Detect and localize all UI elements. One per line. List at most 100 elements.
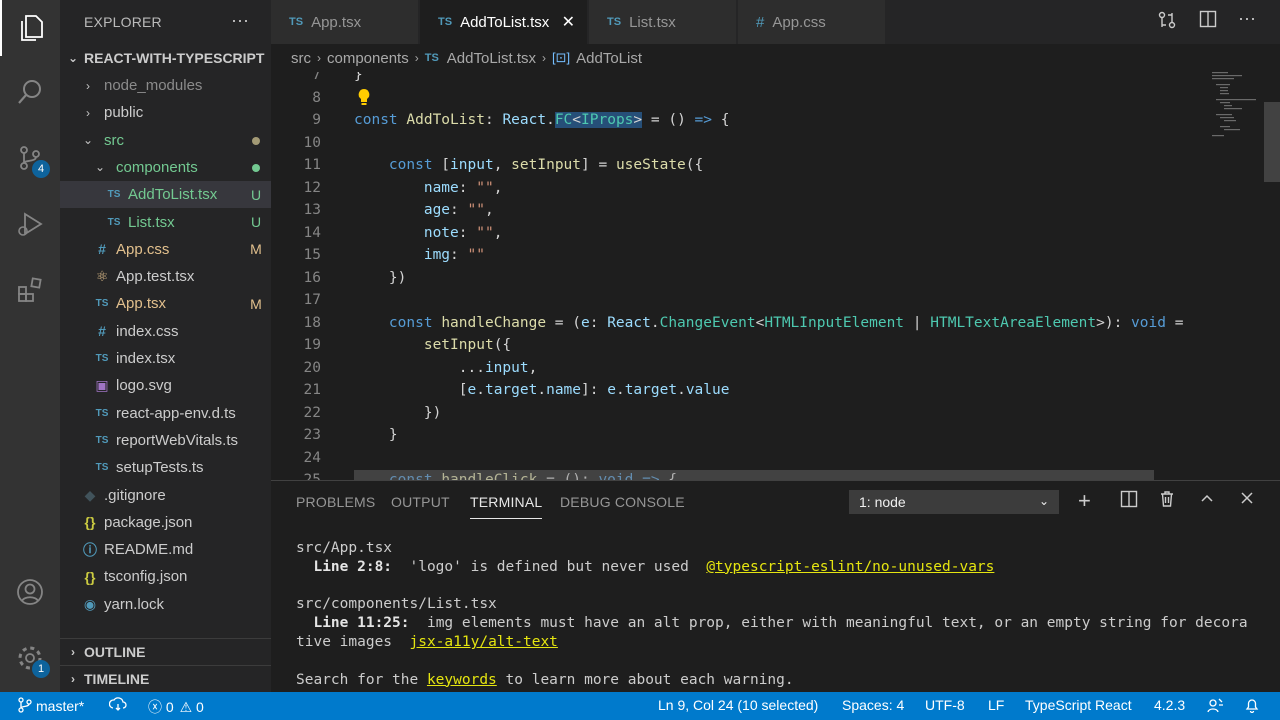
activity-bar: 4 1 [0,0,60,692]
tree-item[interactable]: TS List.tsx U [60,209,271,236]
tab-app-css[interactable]: # App.css [738,0,886,44]
search-icon[interactable] [0,64,60,120]
encoding[interactable]: UTF-8 [925,697,965,713]
css-icon: # [756,13,765,31]
code-editor[interactable]: 7} 8 9 const AddToList: React.FC<IProps> = … [271,72,1280,480]
git-decoration: M [250,295,262,312]
tree-item[interactable]: {} tsconfig.json [60,563,271,590]
tree-item[interactable]: TS setupTests.ts [60,454,271,481]
tab-app-tsx[interactable]: TS App.tsx [271,0,419,44]
maximize-panel-icon[interactable] [1199,490,1215,511]
breadcrumb-item[interactable]: AddToList [576,50,642,67]
terminal-rule-link[interactable]: @typescript-eslint/no-unused-vars [706,559,994,575]
cursor-position[interactable]: Ln 9, Col 24 (10 selected) [658,697,818,713]
terminal-output[interactable]: src/App.tsx Line 2:8: 'logo' is defined … [296,539,1248,689]
horizontal-scrollbar[interactable] [354,470,1154,480]
typescript-version[interactable]: 4.2.3 [1154,697,1185,713]
source-control-icon[interactable]: 4 [0,130,60,186]
tab-addtolist-tsx[interactable]: TS AddToList.tsx ✕ [420,0,588,44]
indentation[interactable]: Spaces: 4 [842,697,904,713]
terminal-message: 'logo' is defined but never used [392,558,707,575]
breadcrumb-item[interactable]: src [291,50,311,67]
problems-status[interactable]: ⓧ 0 ⚠ 0 [148,697,204,717]
tree-item[interactable]: {} package.json [60,509,271,536]
settings-gear-icon[interactable]: 1 [0,630,60,686]
split-editor-icon[interactable] [1199,10,1217,33]
extensions-icon[interactable] [0,262,60,318]
tree-item[interactable]: ◉ yarn.lock [60,591,271,618]
vertical-scrollbar[interactable] [1264,102,1280,182]
breadcrumb: src › components › TS AddToList.tsx › [⊡… [271,44,1280,72]
trash-icon[interactable] [1158,490,1176,513]
symbol-icon: [⊡] [552,50,571,65]
tree-item[interactable]: ⌄ components [60,154,271,181]
tree-item[interactable]: TS App.tsx M [60,290,271,317]
code-line: 23 } [271,424,1280,447]
terminal-keywords-link[interactable]: keywords [427,672,497,688]
chevron-right-icon: › [317,51,321,65]
tree-item[interactable]: TS reportWebVitals.ts [60,427,271,454]
run-debug-icon[interactable] [0,196,60,252]
code-line: 13 age: "", [271,199,1280,222]
timeline-label: TIMELINE [84,671,150,687]
more-actions-icon[interactable]: ··· [1238,8,1256,29]
tree-item[interactable]: ⚛ App.test.tsx [60,263,271,290]
tab-terminal[interactable]: TERMINAL [470,494,543,519]
code-text: const [input, setInput] = useState({ [388,157,704,173]
line-number: 25 [303,472,321,480]
end-of-line[interactable]: LF [988,697,1004,713]
tab-output[interactable]: OUTPUT [391,494,450,510]
tree-item-label: setupTests.ts [116,459,204,477]
timeline-section[interactable]: › TIMELINE [60,665,271,692]
outline-section[interactable]: › OUTLINE [60,638,271,665]
tree-item-label: List.tsx [128,213,175,231]
tree-item[interactable]: TS index.tsx [60,345,271,372]
tree-item[interactable]: ▣ logo.svg [60,372,271,399]
typescript-icon: TS [289,16,304,28]
account-icon[interactable] [0,564,60,620]
files-icon[interactable] [0,0,60,56]
terminal-select[interactable]: 1: node ⌄ [849,490,1059,514]
tab-debug-console[interactable]: DEBUG CONSOLE [560,494,685,510]
code-text: } [354,427,398,443]
tree-item[interactable]: ⓘ README.md [60,536,271,563]
split-terminal-icon[interactable] [1120,490,1138,513]
tree-item[interactable]: › public [60,99,271,126]
tree-item[interactable]: # index.css [60,318,271,345]
tree-item-label: tsconfig.json [104,568,188,586]
language-mode[interactable]: TypeScript React [1025,697,1132,713]
feedback-icon[interactable] [1206,697,1224,716]
workspace-root[interactable]: ⌄ REACT-WITH-TYPESCRIPT [60,44,271,71]
breadcrumb-item[interactable]: components [327,50,409,67]
close-panel-icon[interactable] [1239,490,1255,511]
tree-item[interactable]: TS AddToList.tsx U [60,181,271,209]
tree-item-label: index.tsx [116,350,176,367]
typescript-icon: TS [95,407,109,419]
tree-item-label: public [104,104,144,122]
tree-item[interactable]: ◆ .gitignore [60,482,271,509]
close-icon[interactable]: ✕ [562,12,575,32]
git-icon: ◆ [84,486,96,503]
sync-icon[interactable] [108,697,127,716]
tab-list-tsx[interactable]: TS List.tsx [589,0,737,44]
git-branch[interactable]: master* [18,697,84,714]
lightbulb-icon[interactable] [357,88,371,110]
more-actions-icon[interactable]: ··· [231,10,249,31]
notifications-bell-icon[interactable] [1244,697,1260,716]
breadcrumb-item[interactable]: AddToList.tsx [447,50,536,67]
line-number: 19 [303,337,321,353]
code-line: 10 [271,132,1280,155]
new-terminal-icon[interactable]: + [1078,488,1091,514]
git-decoration: M [250,241,262,258]
tree-item[interactable]: ⌄ src [60,127,271,154]
terminal-select-value: 1: node [859,494,906,510]
open-changes-icon[interactable] [1157,10,1177,35]
tab-problems[interactable]: PROBLEMS [296,494,375,510]
terminal-rule-link[interactable]: jsx-a11y/alt-text [410,634,558,650]
tree-item-label: logo.svg [116,377,172,395]
code-text: }) [354,269,407,286]
tree-item[interactable]: # App.css M [60,236,271,263]
tree-item[interactable]: TS react-app-env.d.ts [60,400,271,427]
tree-item[interactable]: › node_modules [60,72,271,99]
explorer-sidebar: EXPLORER ··· ⌄ REACT-WITH-TYPESCRIPT › no… [60,0,271,692]
